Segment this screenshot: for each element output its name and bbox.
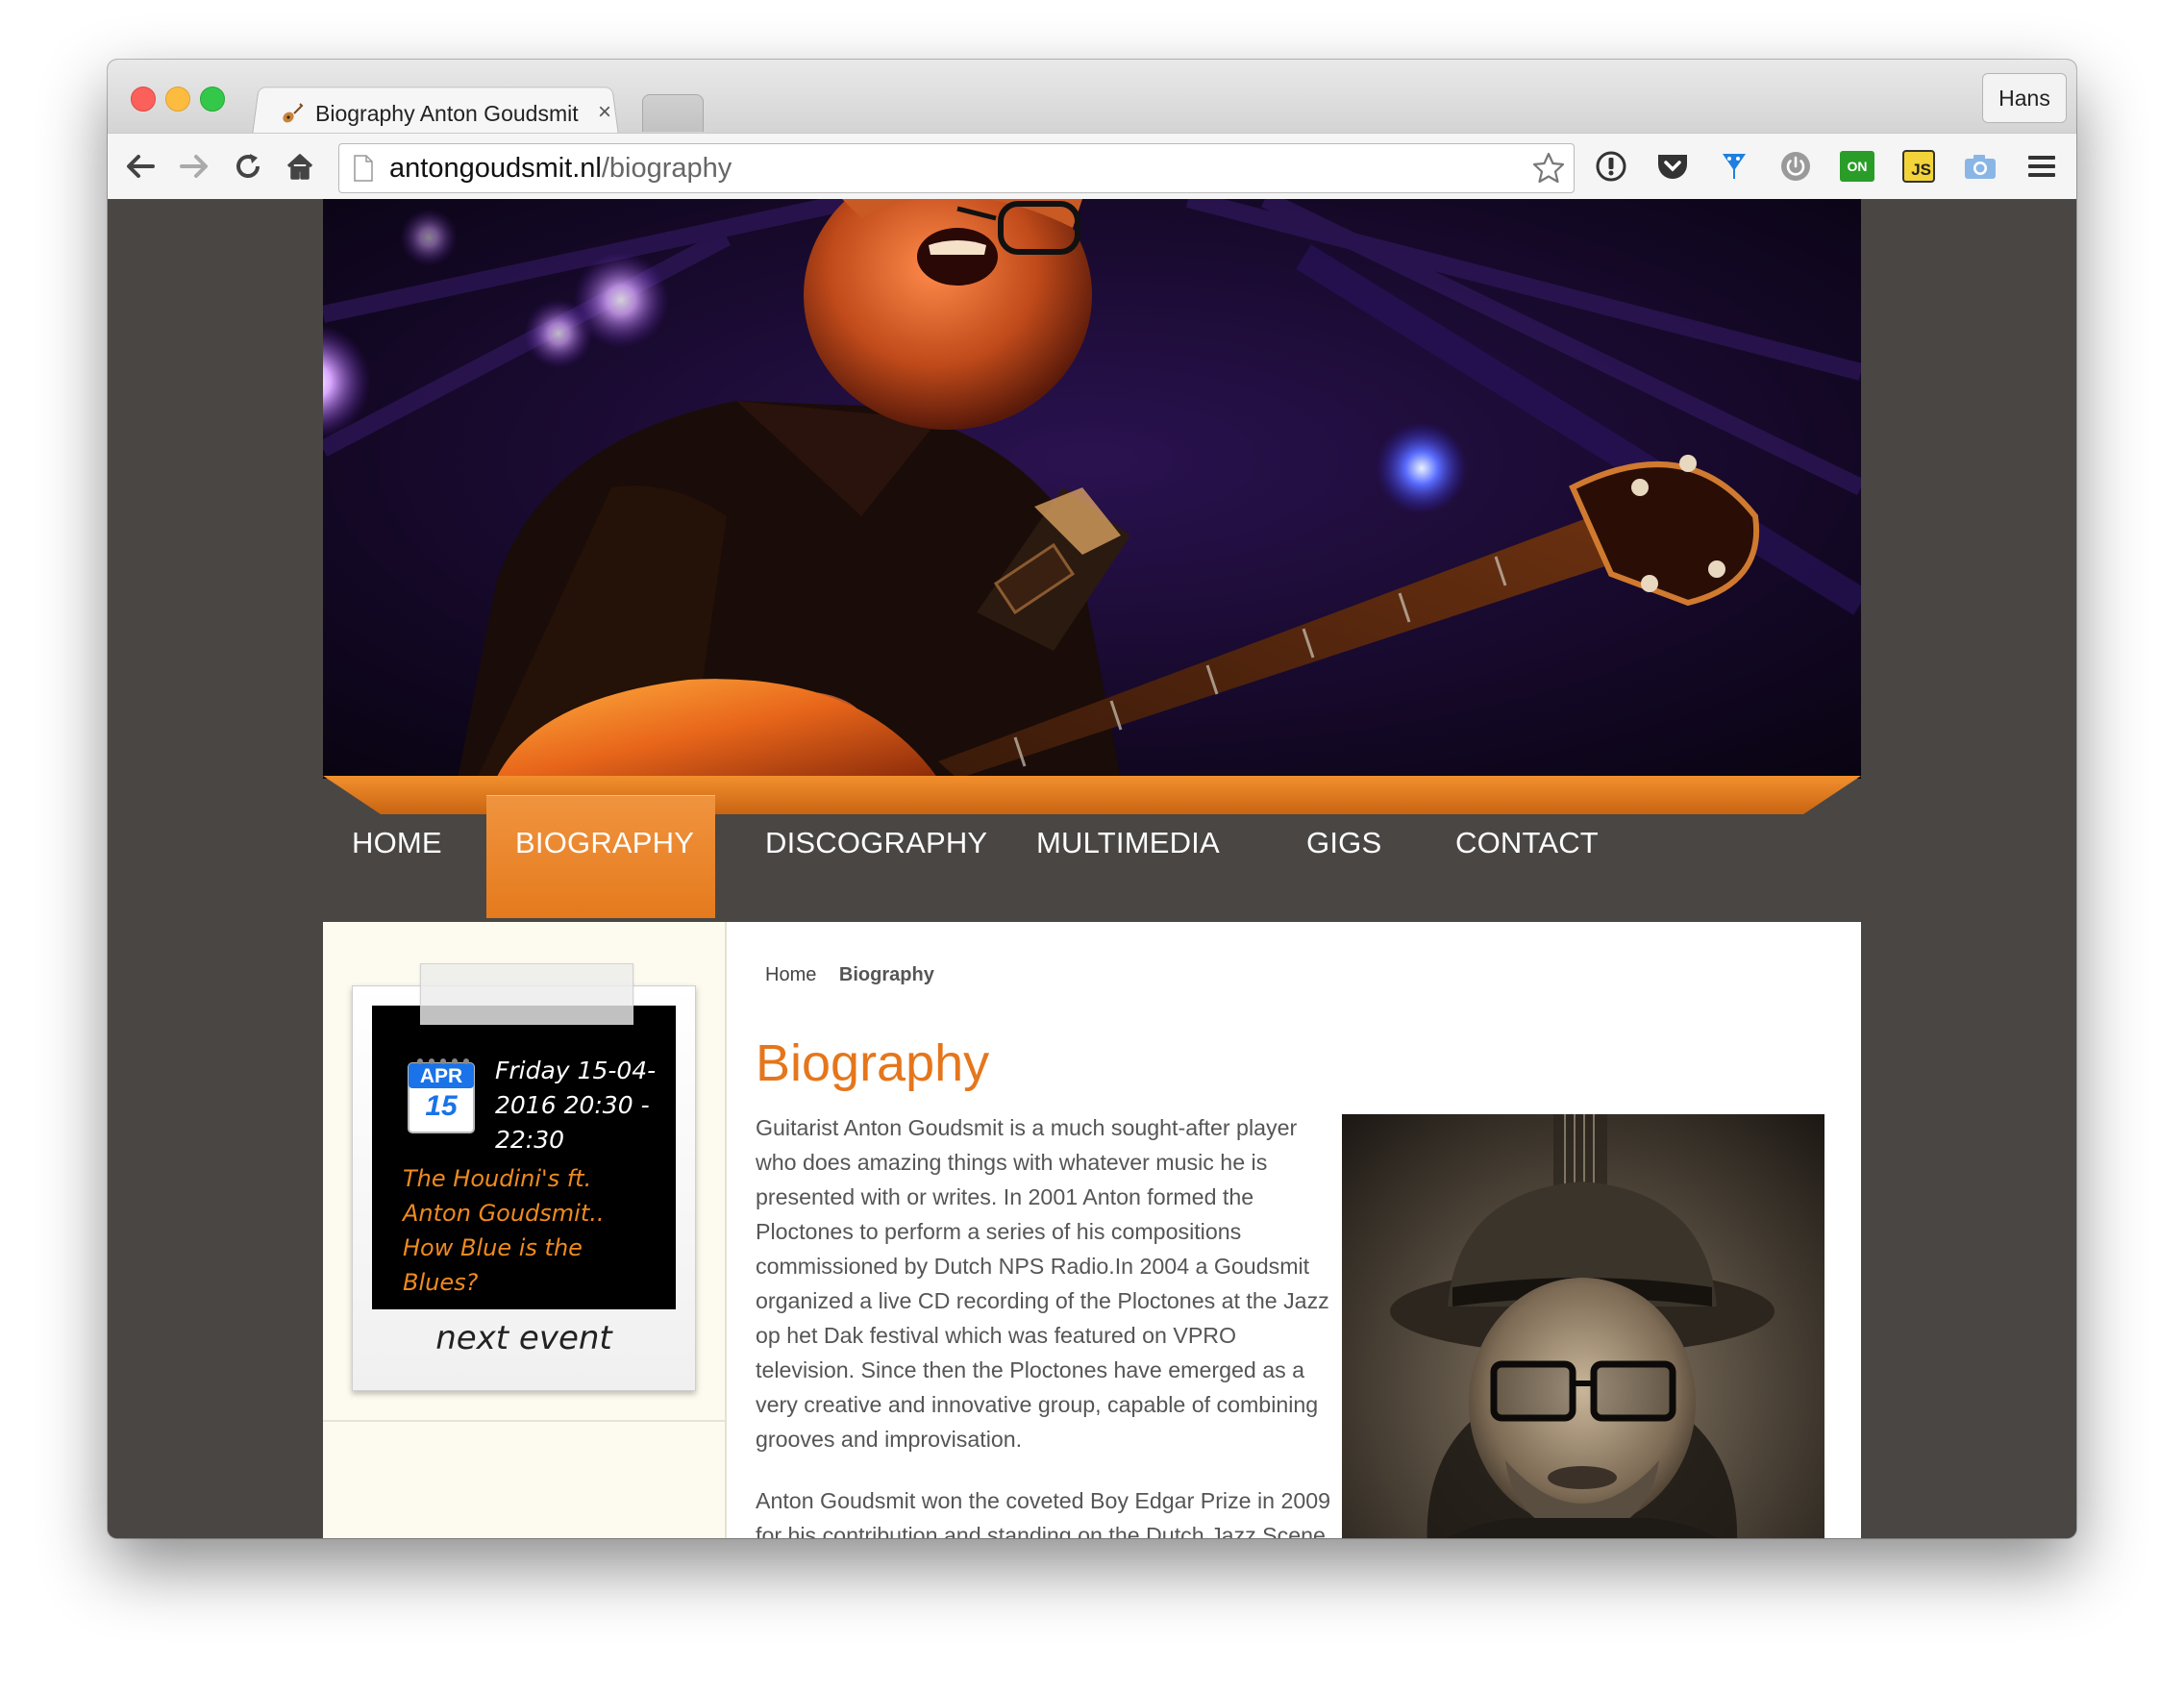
tape-decoration: [420, 963, 633, 1025]
forward-icon[interactable]: [175, 147, 213, 186]
home-icon[interactable]: [281, 147, 319, 186]
pocket-icon[interactable]: [1653, 147, 1692, 186]
menu-icon[interactable]: [2023, 147, 2061, 186]
bio-paragraph-1: Guitarist Anton Goudsmit is a much sough…: [756, 1115, 1329, 1452]
profile-button[interactable]: Hans: [1982, 73, 2067, 123]
calendar-month: APR: [419, 1065, 463, 1087]
url-bar[interactable]: antongoudsmit.nl/biography: [338, 143, 1575, 193]
js-extension-icon[interactable]: JS: [1899, 147, 1938, 186]
guitar-favicon-icon: [281, 102, 304, 125]
sidebar-divider: [323, 1420, 725, 1422]
content-area: APR 15 Friday 15-04-2016 20:30 - 22:30 T…: [323, 922, 1861, 1538]
bio-paragraph-2: Anton Goudsmit won the coveted Boy Edgar…: [756, 1488, 1332, 1538]
nav-item-multimedia[interactable]: MULTIMEDIA: [1036, 795, 1220, 891]
bookmark-star-icon[interactable]: [1531, 151, 1566, 186]
nav-item-gigs[interactable]: GIGS: [1306, 795, 1381, 891]
nav-item-home[interactable]: HOME: [352, 795, 442, 891]
main-content: Home Biography Biography Guitarist Anton…: [727, 922, 1861, 1538]
back-icon[interactable]: [121, 147, 160, 186]
breadcrumb-home-link[interactable]: Home: [765, 964, 816, 985]
browser-window: Biography Anton Goudsmit × Hans antongou…: [108, 60, 2076, 1538]
next-event-label: next event: [435, 1319, 612, 1357]
hero-concert-photo: [323, 199, 1861, 779]
bio-text: Guitarist Anton Goudsmit is a much sough…: [756, 1110, 1340, 1538]
tab-close-icon[interactable]: ×: [598, 98, 611, 127]
event-title-link[interactable]: The Houdini's ft. Anton Goudsmit.. How B…: [403, 1161, 660, 1300]
url-text: antongoudsmit.nl/biography: [389, 152, 732, 185]
portrait-photo: [1342, 1114, 1824, 1538]
url-host: antongoudsmit.nl: [389, 153, 602, 184]
sidebar: APR 15 Friday 15-04-2016 20:30 - 22:30 T…: [323, 922, 727, 1538]
new-tab-button[interactable]: [642, 94, 704, 132]
site-container: HOME BIOGRAPHY DISCOGRAPHY MULTIMEDIA GI…: [323, 199, 1861, 1538]
on-extension-icon[interactable]: ON: [1838, 147, 1876, 186]
url-path: /biography: [601, 153, 732, 184]
reload-icon[interactable]: [229, 147, 267, 186]
zoom-window-button[interactable]: [200, 87, 225, 112]
page-icon: [354, 155, 373, 182]
breadcrumb-current: Biography: [838, 964, 934, 985]
camera-icon[interactable]: [1961, 147, 1999, 186]
event-panel: APR 15 Friday 15-04-2016 20:30 - 22:30 T…: [372, 1006, 676, 1309]
on-extension-label: ON: [1840, 151, 1874, 182]
calendar-day: 15: [425, 1090, 458, 1122]
close-window-button[interactable]: [131, 87, 156, 112]
tab-title: Biography Anton Goudsmit: [315, 100, 579, 126]
next-event-card[interactable]: APR 15 Friday 15-04-2016 20:30 - 22:30 T…: [352, 963, 696, 1391]
nav-item-discography[interactable]: DISCOGRAPHY: [765, 795, 987, 891]
power-icon[interactable]: [1776, 147, 1815, 186]
browser-tab-content[interactable]: Biography Anton Goudsmit: [281, 92, 608, 135]
calendar-icon: APR 15: [407, 1056, 476, 1134]
page-viewport: HOME BIOGRAPHY DISCOGRAPHY MULTIMEDIA GI…: [108, 199, 2076, 1538]
nav-item-biography[interactable]: BIOGRAPHY: [515, 795, 694, 891]
breadcrumb: Home Biography: [765, 964, 934, 986]
event-datetime: Friday 15-04-2016 20:30 - 22:30: [495, 1057, 657, 1154]
nav-item-contact[interactable]: CONTACT: [1455, 795, 1599, 891]
ghostery-icon[interactable]: [1715, 147, 1753, 186]
js-extension-label: JS: [1902, 150, 1935, 183]
page-title: Biography: [756, 1034, 990, 1092]
browser-toolbar: antongoudsmit.nl/biography ON JS: [108, 133, 2076, 200]
onepassword-icon[interactable]: [1592, 147, 1630, 186]
tab-bar: Biography Anton Goudsmit × Hans: [108, 60, 2076, 136]
minimize-window-button[interactable]: [165, 87, 190, 112]
